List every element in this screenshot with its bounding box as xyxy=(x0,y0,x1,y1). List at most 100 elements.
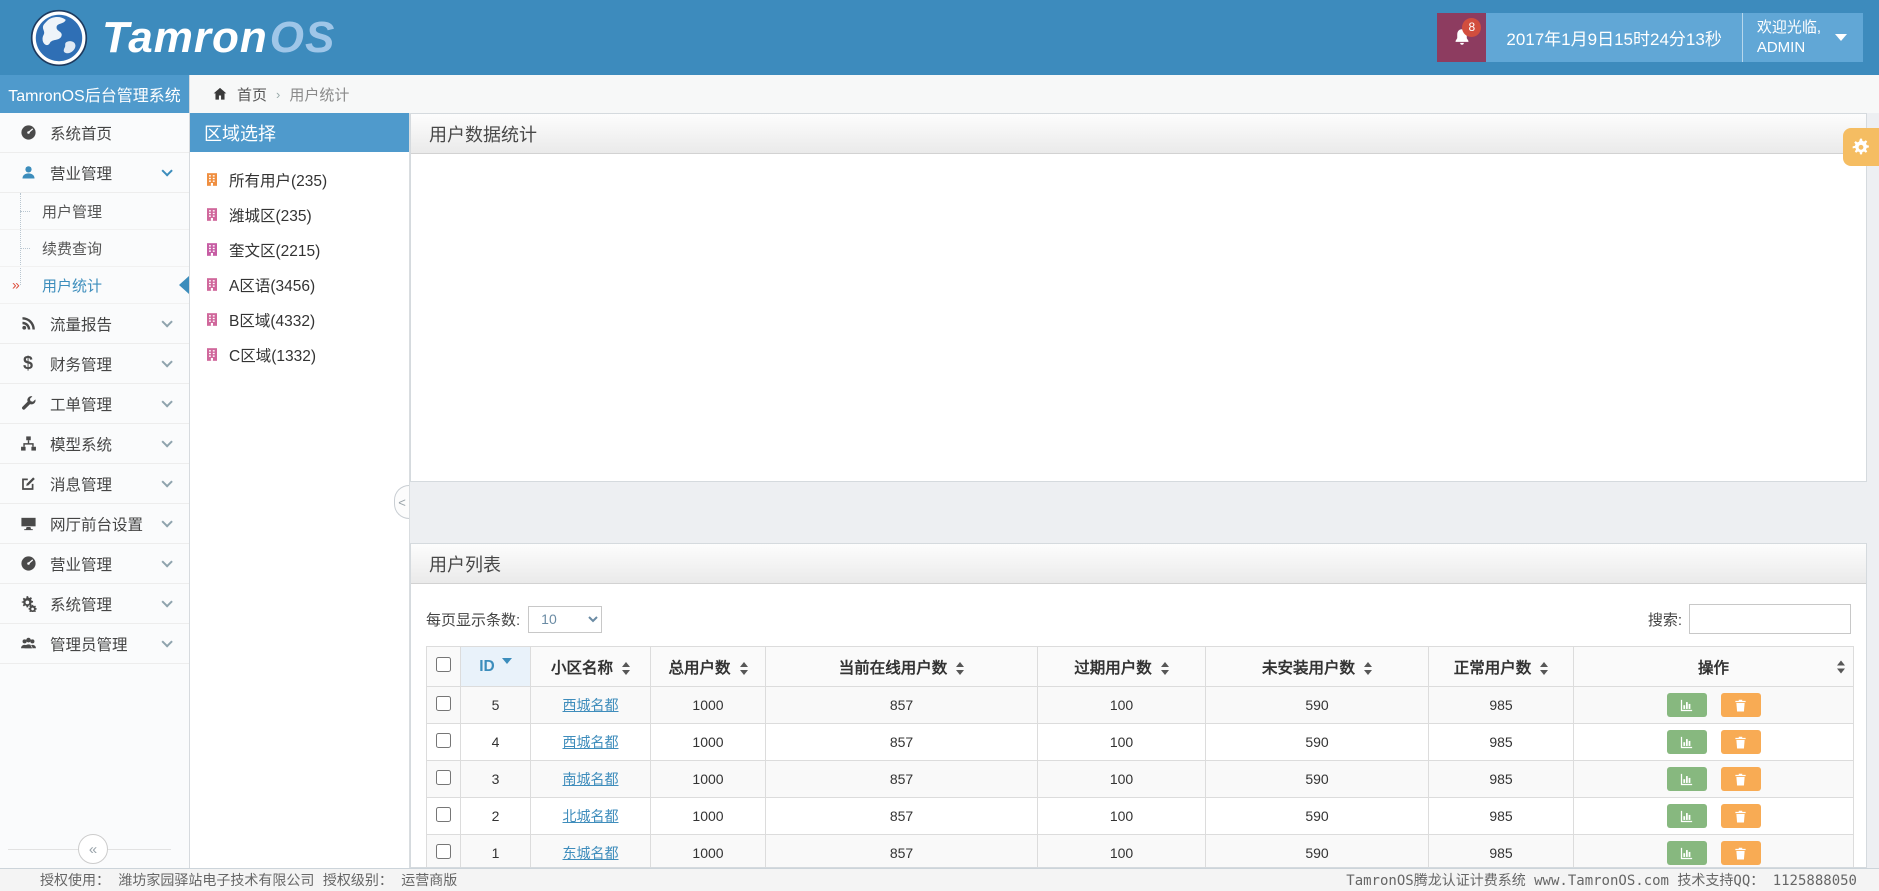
chart-button[interactable] xyxy=(1666,693,1707,717)
sidebar-subitem-label: 用户管理 xyxy=(42,203,103,221)
building-icon xyxy=(204,171,220,188)
chart-button[interactable] xyxy=(1666,804,1707,828)
column-header-normal[interactable]: 正常用户数 xyxy=(1428,646,1574,687)
gears-icon xyxy=(17,595,39,613)
region-item-label: C区域(1332) xyxy=(229,347,316,365)
sidebar-item-desktop[interactable]: 网厅前台设置 xyxy=(0,504,189,544)
sitemap-icon xyxy=(17,435,39,453)
caret-down-icon xyxy=(1835,34,1847,41)
column-header-actions[interactable]: 操作 xyxy=(1573,646,1854,687)
cell-uninstalled: 590 xyxy=(1205,834,1429,867)
column-header-name[interactable]: 小区名称 xyxy=(530,646,651,687)
cell-expired: 100 xyxy=(1037,723,1206,761)
column-header-checkbox[interactable] xyxy=(426,646,461,687)
cell-name: 北城名都 xyxy=(530,797,651,835)
cell-checkbox xyxy=(426,760,461,798)
sidebar-item-label: 消息管理 xyxy=(50,476,113,494)
bar-chart-icon xyxy=(1679,735,1694,750)
sidebar-item-sitemap[interactable]: 模型系统 xyxy=(0,424,189,464)
cell-normal: 985 xyxy=(1428,760,1574,798)
community-link[interactable]: 西城名都 xyxy=(563,697,619,713)
region-item[interactable]: 潍城区(235) xyxy=(204,197,409,232)
row-checkbox[interactable] xyxy=(436,844,451,859)
sidebar-item-dollar[interactable]: $ 财务管理 xyxy=(0,344,189,384)
sidebar-item-users[interactable]: 管理员管理 xyxy=(0,624,189,664)
community-link[interactable]: 西城名都 xyxy=(563,734,619,750)
search-input[interactable] xyxy=(1689,604,1851,634)
sidebar-item-gears[interactable]: 系统管理 xyxy=(0,584,189,624)
region-item[interactable]: B区域(4332) xyxy=(204,302,409,337)
chart-button[interactable] xyxy=(1666,767,1707,791)
row-checkbox[interactable] xyxy=(436,733,451,748)
sort-icon xyxy=(1364,661,1372,675)
region-panel-title: 区域选择 xyxy=(190,113,409,152)
region-item[interactable]: C区域(1332) xyxy=(204,337,409,372)
chevron-down-icon xyxy=(161,395,173,408)
sidebar-subitem[interactable]: 续费查询 xyxy=(0,230,189,267)
sidebar-collapse-button[interactable]: « xyxy=(78,834,108,864)
table-row: 4 西城名都 1000 857 100 590 985 xyxy=(426,723,1854,761)
cell-total: 1000 xyxy=(650,723,766,761)
cell-name: 西城名都 xyxy=(530,723,651,761)
sidebar-item-edit[interactable]: 消息管理 xyxy=(0,464,189,504)
select-all-checkbox[interactable] xyxy=(436,656,451,672)
chevron-down-icon xyxy=(161,635,173,648)
column-header-id[interactable]: ID xyxy=(460,646,531,687)
trash-icon xyxy=(1733,772,1748,787)
cell-id: 4 xyxy=(460,723,531,761)
active-arrow-icon: » xyxy=(12,276,20,293)
search-label: 搜索: xyxy=(1647,611,1682,629)
delete-button[interactable] xyxy=(1720,730,1761,754)
sort-icon xyxy=(622,661,630,675)
trash-icon xyxy=(1733,735,1748,750)
footer-license-text: 授权使用： 潍坊家园驿站电子技术有限公司 授权级别： 运营商版 xyxy=(40,873,458,889)
region-item[interactable]: 所有用户(235) xyxy=(204,162,409,197)
delete-button[interactable] xyxy=(1720,693,1761,717)
delete-button[interactable] xyxy=(1720,841,1761,865)
sidebar-item-gauge[interactable]: 系统首页 xyxy=(0,113,189,153)
sidebar-item-wrench[interactable]: 工单管理 xyxy=(0,384,189,424)
delete-button[interactable] xyxy=(1720,804,1761,828)
sidebar-item-rss[interactable]: 流量报告 xyxy=(0,304,189,344)
cell-normal: 985 xyxy=(1428,686,1574,724)
delete-button[interactable] xyxy=(1720,767,1761,791)
logo[interactable]: TamronOS xyxy=(30,0,335,75)
chevron-down-icon xyxy=(161,475,173,488)
cell-uninstalled: 590 xyxy=(1205,686,1429,724)
chevron-down-icon xyxy=(161,435,173,448)
page-size-label: 每页显示条数: xyxy=(426,611,521,629)
list-panel-body: 每页显示条数: 10 搜索: ID 小区名称 总用户数 当前在线用户数 过期用户数 未安装… xyxy=(411,604,1866,867)
sidebar-item-user[interactable]: 营业管理 xyxy=(0,153,189,193)
row-checkbox[interactable] xyxy=(436,770,451,785)
notifications-button[interactable]: 8 xyxy=(1437,13,1487,62)
region-item[interactable]: 奎文区(2215) xyxy=(204,232,409,267)
column-header-total[interactable]: 总用户数 xyxy=(650,646,766,687)
column-header-online[interactable]: 当前在线用户数 xyxy=(765,646,1038,687)
sidebar-subitem[interactable]: 用户管理 xyxy=(0,193,189,230)
page-size-select[interactable]: 10 xyxy=(528,605,603,633)
cell-checkbox xyxy=(426,834,461,867)
row-checkbox[interactable] xyxy=(436,696,451,711)
settings-button[interactable] xyxy=(1843,128,1879,166)
community-link[interactable]: 东城名都 xyxy=(563,845,619,861)
sidebar-item-gauge[interactable]: 营业管理 xyxy=(0,544,189,584)
column-header-uninstalled[interactable]: 未安装用户数 xyxy=(1205,646,1429,687)
region-item[interactable]: A区语(3456) xyxy=(204,267,409,302)
cell-checkbox xyxy=(426,723,461,761)
cell-actions xyxy=(1573,760,1854,798)
column-header-expired[interactable]: 过期用户数 xyxy=(1037,646,1206,687)
breadcrumb-home[interactable]: 首页 xyxy=(237,84,267,105)
sidebar-item-label: 营业管理 xyxy=(50,165,113,183)
column-label: 总用户数 xyxy=(668,659,731,677)
sidebar-subitem[interactable]: » 用户统计 xyxy=(0,267,189,304)
region-panel: 区域选择 所有用户(235) 潍城区(235) 奎文区(2215) A区语(3456)… xyxy=(190,113,410,868)
community-link[interactable]: 北城名都 xyxy=(563,808,619,824)
chart-button[interactable] xyxy=(1666,730,1707,754)
cell-online: 857 xyxy=(765,760,1038,798)
user-menu-button[interactable]: 欢迎光临, ADMIN xyxy=(1741,13,1863,62)
row-checkbox[interactable] xyxy=(436,807,451,822)
community-link[interactable]: 南城名都 xyxy=(563,771,619,787)
panel-collapse-handle[interactable]: < xyxy=(394,485,409,519)
search-area: 搜索: xyxy=(1648,604,1851,634)
chart-button[interactable] xyxy=(1666,841,1707,865)
